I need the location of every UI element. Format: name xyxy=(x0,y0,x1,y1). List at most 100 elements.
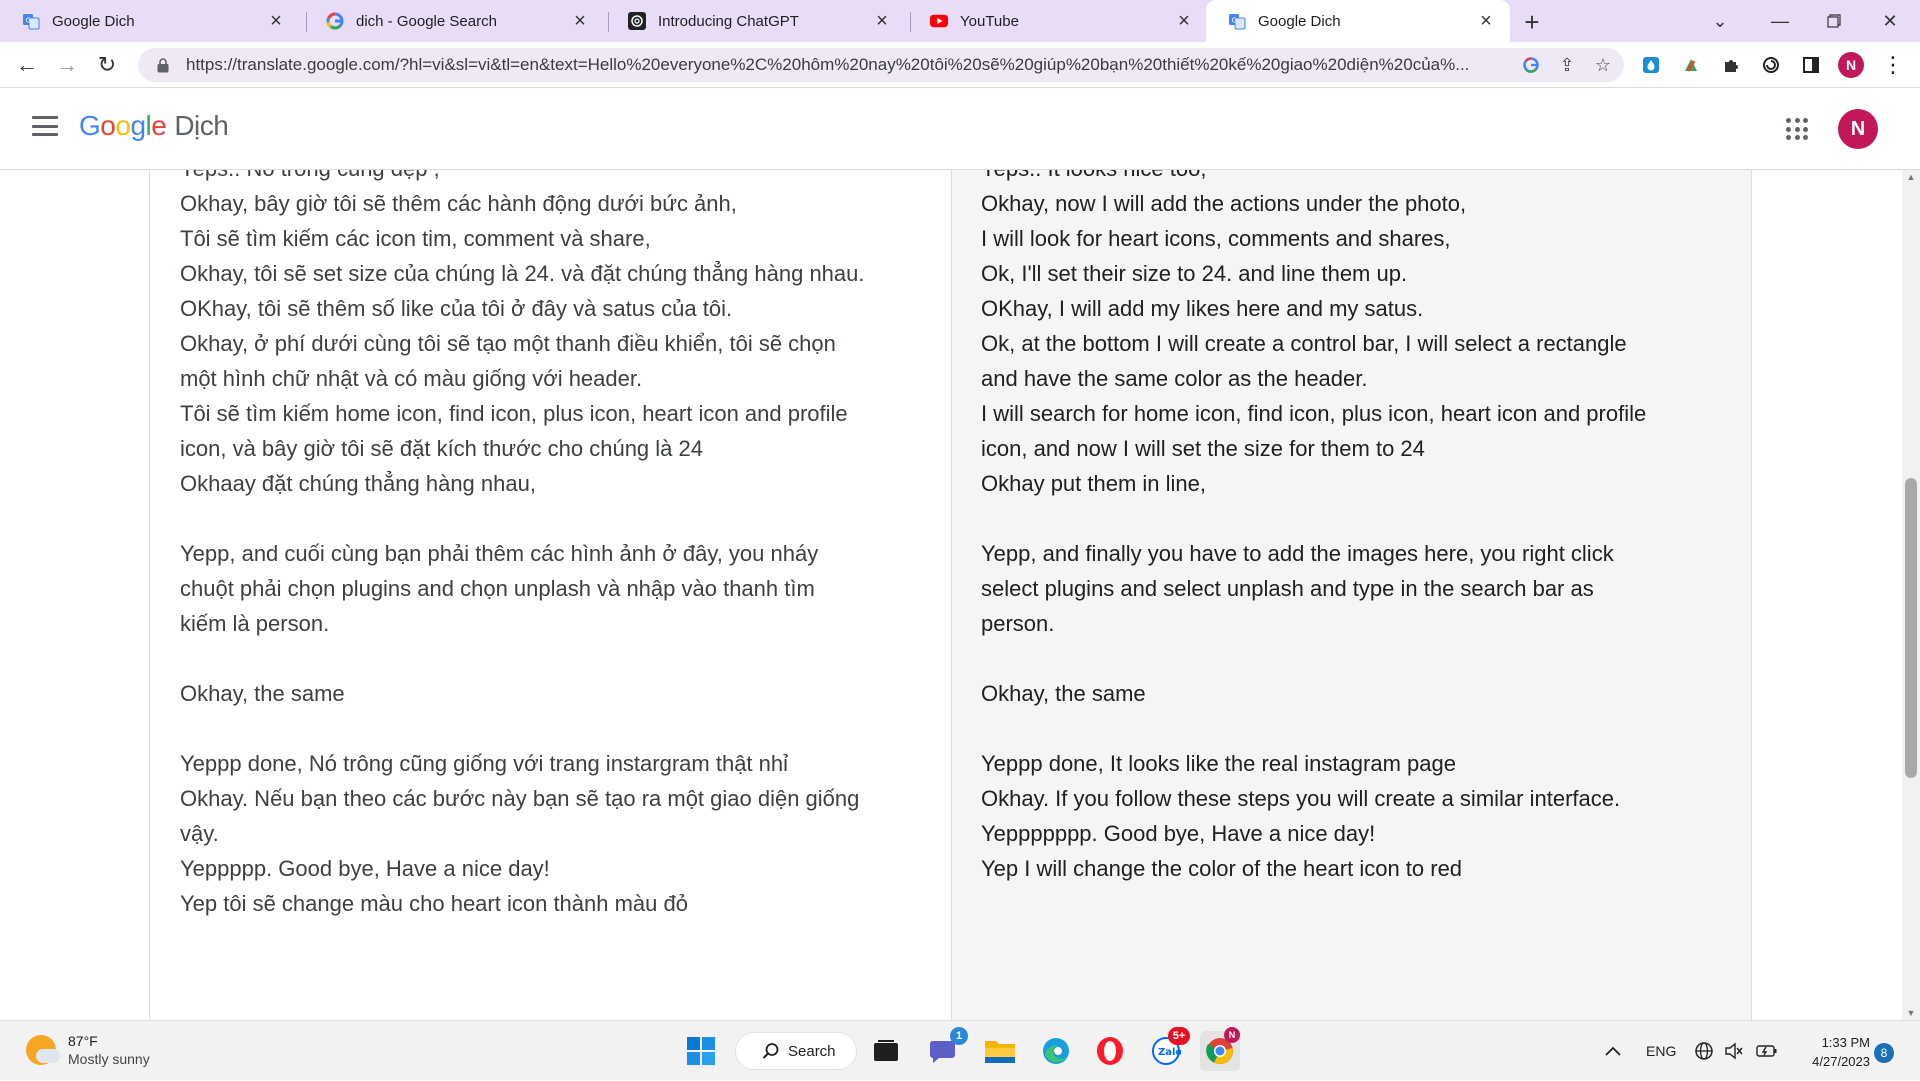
text-line: Okhay. Nếu bạn theo các bước này bạn sẽ … xyxy=(180,786,860,811)
battery-charging-icon[interactable] xyxy=(1756,1021,1778,1081)
close-tab-icon[interactable]: × xyxy=(1172,9,1196,33)
svg-text:G: G xyxy=(26,17,31,25)
teams-badge: 1 xyxy=(950,1027,968,1045)
text-line: Okhay, the same xyxy=(180,681,345,706)
show-hidden-icons-chevron-icon[interactable] xyxy=(1604,1021,1622,1081)
minimize-button[interactable]: — xyxy=(1750,0,1810,42)
tab-search-chevron-icon[interactable]: ⌄ xyxy=(1690,0,1750,42)
extension-color-icon[interactable] xyxy=(1676,50,1706,80)
tab-title: Introducing ChatGPT xyxy=(658,12,799,30)
text-line: Okhay, bây giờ tôi sẽ thêm các hành động… xyxy=(180,191,737,216)
input-language-indicator[interactable]: ENG xyxy=(1646,1021,1676,1081)
text-line xyxy=(180,501,900,536)
close-window-button[interactable]: ✕ xyxy=(1860,0,1920,42)
translation-area: Yeps.. Nó trông cũng đẹp , Okhay, bây giờ… xyxy=(0,170,1920,1020)
translation-output[interactable]: Yeps.. It looks nice too, Okhay, now I wi… xyxy=(981,170,1701,886)
weather-widget[interactable]: 87°F Mostly sunny xyxy=(26,1032,150,1068)
text-line: OKhay, tôi sẽ thêm số like của tôi ở đây… xyxy=(180,296,733,321)
restore-button[interactable] xyxy=(1804,0,1864,42)
openai-icon xyxy=(628,12,646,30)
google-lens-icon[interactable] xyxy=(1516,50,1546,80)
search-label: Search xyxy=(788,1042,836,1060)
google-icon xyxy=(326,12,344,30)
bookmark-star-icon[interactable]: ☆ xyxy=(1588,50,1618,80)
close-tab-icon[interactable]: × xyxy=(870,9,894,33)
extension-drop-icon[interactable] xyxy=(1636,50,1666,80)
task-view-icon[interactable] xyxy=(866,1031,906,1071)
notification-count-badge[interactable]: 8 xyxy=(1874,1043,1894,1063)
network-globe-icon[interactable] xyxy=(1694,1021,1714,1081)
extensions-puzzle-icon[interactable] xyxy=(1716,50,1746,80)
file-explorer-icon[interactable] xyxy=(980,1031,1020,1071)
text-line: Okhay, now I will add the actions under … xyxy=(981,191,1467,216)
tab-chatgpt[interactable]: Introducing ChatGPT × xyxy=(606,0,906,42)
google-apps-icon[interactable] xyxy=(1786,118,1808,140)
new-tab-button[interactable]: + xyxy=(1516,6,1548,38)
account-avatar[interactable]: N xyxy=(1838,109,1878,149)
tab-title: YouTube xyxy=(960,12,1019,30)
tab-title: dich - Google Search xyxy=(356,12,497,30)
text-line: Okhay, ở phí dưới cùng tôi sẽ tạo một th… xyxy=(180,331,836,356)
text-line: Ok, I'll set their size to 24. and line … xyxy=(981,261,1408,286)
tab-youtube[interactable]: YouTube × xyxy=(908,0,1208,42)
close-tab-icon[interactable]: × xyxy=(264,9,288,33)
source-text-panel[interactable]: Yeps.. Nó trông cũng đẹp , Okhay, bây giờ… xyxy=(149,170,951,1020)
text-line: Yepp, and finally you have to add the im… xyxy=(981,541,1614,566)
system-clock[interactable]: 1:33 PM 4/27/2023 xyxy=(1790,1033,1870,1071)
teams-chat-icon[interactable]: 1 xyxy=(924,1027,968,1071)
text-line: một hình chữ nhật và có màu giống với he… xyxy=(180,366,643,391)
google-translate-logo[interactable]: Google Dịch xyxy=(79,110,229,142)
scrollbar-thumb[interactable] xyxy=(1905,478,1917,778)
volume-muted-icon[interactable] xyxy=(1724,1021,1744,1081)
text-line: Tôi sẽ tìm kiếm home icon, find icon, pl… xyxy=(180,401,848,426)
weather-temperature: 87°F xyxy=(68,1033,98,1049)
tab-google-dich-1[interactable]: G Google Dich × xyxy=(0,0,300,42)
share-icon[interactable]: ⇪ xyxy=(1552,50,1582,80)
tab-google-search[interactable]: dich - Google Search × xyxy=(304,0,604,42)
extension-spiral-icon[interactable] xyxy=(1756,50,1786,80)
address-bar[interactable]: https://translate.google.com/?hl=vi&sl=v… xyxy=(138,48,1624,82)
product-name: Dịch xyxy=(174,110,229,141)
chrome-profile-badge: N xyxy=(1224,1027,1240,1043)
side-panel-icon[interactable] xyxy=(1796,50,1826,80)
svg-text:G: G xyxy=(1232,17,1237,25)
more-menu-icon[interactable]: ⋮ xyxy=(1878,50,1908,80)
svg-text:Zalo: Zalo xyxy=(1158,1047,1181,1058)
close-tab-icon[interactable]: × xyxy=(568,9,592,33)
source-textarea[interactable]: Yeps.. Nó trông cũng đẹp , Okhay, bây giờ… xyxy=(180,170,900,921)
partly-sunny-icon xyxy=(26,1035,60,1065)
text-line: chuột phải chọn plugins and chọn unplash… xyxy=(180,576,815,601)
reload-icon[interactable]: ↻ xyxy=(92,50,122,80)
text-line: kiếm là person. xyxy=(180,611,330,636)
taskbar-search-button[interactable]: Search xyxy=(735,1032,857,1070)
text-line: Yeppp done, It looks like the real insta… xyxy=(981,751,1456,776)
edge-browser-icon[interactable] xyxy=(1036,1031,1076,1071)
text-line: Okhay, tôi sẽ set size của chúng là 24. … xyxy=(180,261,865,286)
profile-avatar[interactable]: N xyxy=(1836,50,1866,80)
clock-date: 4/27/2023 xyxy=(1812,1054,1870,1069)
windows-start-icon[interactable] xyxy=(681,1031,721,1071)
tab-title: Google Dich xyxy=(1258,12,1341,30)
page-scrollbar[interactable]: ▲ ▼ xyxy=(1902,170,1920,1020)
menu-icon[interactable] xyxy=(32,116,58,136)
chrome-browser-icon[interactable]: N xyxy=(1200,1027,1240,1071)
browser-tab-strip: G Google Dich × dich - Google Search × I… xyxy=(0,0,1920,42)
scroll-down-arrow-icon[interactable]: ▼ xyxy=(1902,1006,1920,1020)
text-line: and have the same color as the header. xyxy=(981,366,1368,391)
url-text[interactable]: https://translate.google.com/?hl=vi&sl=v… xyxy=(186,55,1516,75)
back-arrow-icon[interactable]: ← xyxy=(12,50,42,80)
forward-arrow-icon[interactable]: → xyxy=(52,50,82,80)
close-tab-icon[interactable]: × xyxy=(1474,9,1498,33)
scroll-up-arrow-icon[interactable]: ▲ xyxy=(1902,170,1920,184)
zalo-icon[interactable]: Zalo 5+ xyxy=(1146,1027,1190,1071)
text-line: Okhay put them in line, xyxy=(981,471,1207,496)
weather-description: Mostly sunny xyxy=(68,1051,150,1067)
text-line xyxy=(981,501,1701,536)
text-line: I will search for home icon, find icon, … xyxy=(981,401,1647,426)
zalo-badge: 5+ xyxy=(1168,1027,1190,1045)
tab-google-dich-active[interactable]: G Google Dich × xyxy=(1206,0,1510,42)
text-line: Yepp, and cuối cùng bạn phải thêm các hì… xyxy=(180,541,819,566)
opera-browser-icon[interactable] xyxy=(1090,1031,1130,1071)
lock-icon[interactable] xyxy=(154,57,172,73)
text-line: Yeps.. Nó trông cũng đẹp , xyxy=(180,170,900,186)
